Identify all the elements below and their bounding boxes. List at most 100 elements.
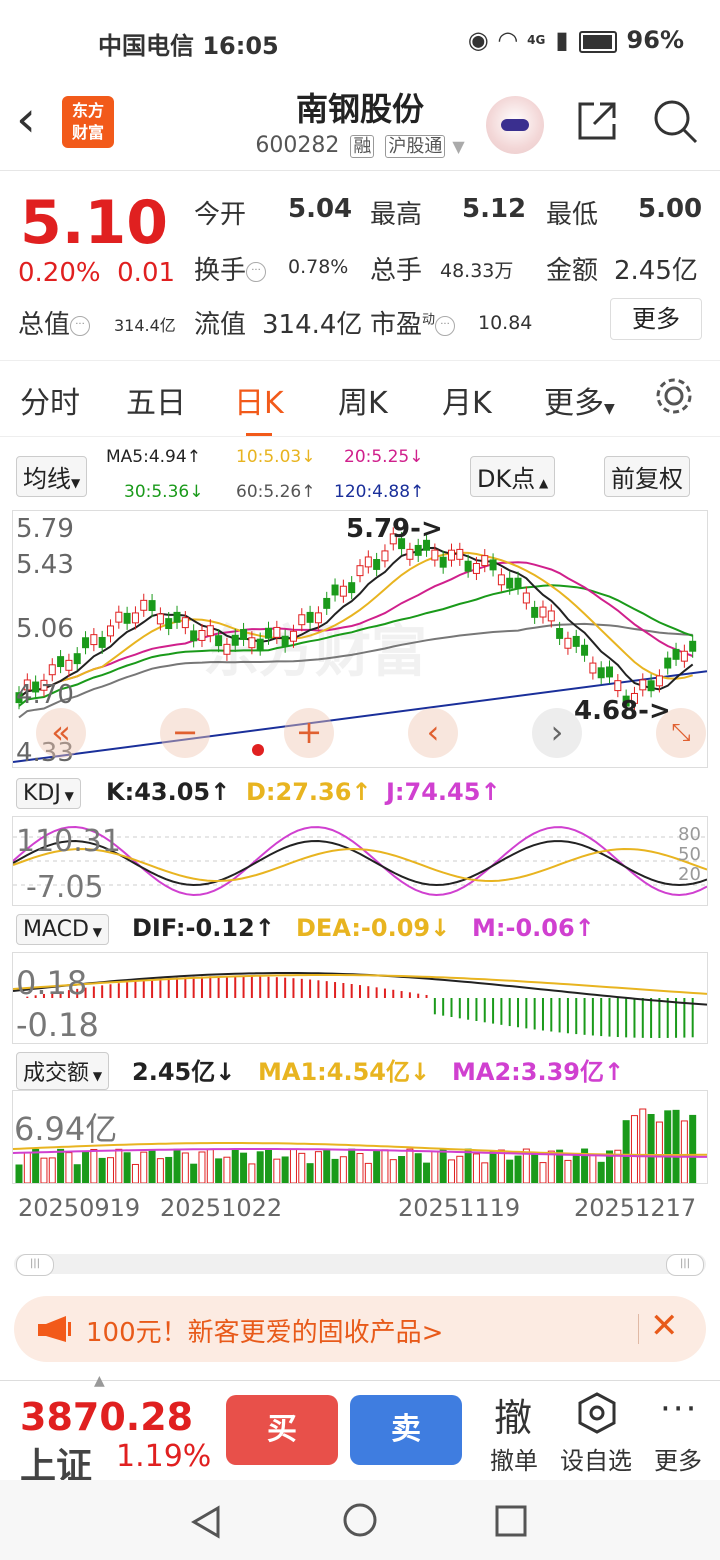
volume-bar	[23, 1151, 31, 1183]
volume-bar	[206, 1149, 214, 1183]
promo-banner[interactable]: 100元！新客更爱的固收产品> ✕	[14, 1296, 706, 1362]
macd-chart[interactable]	[12, 952, 708, 1044]
volume-bar	[73, 1164, 81, 1183]
volume-bar	[497, 1149, 505, 1183]
candle-body	[447, 549, 455, 561]
candle-body	[464, 560, 472, 572]
cancel-order-label[interactable]: 撤单	[490, 1441, 538, 1476]
volume-bar	[589, 1153, 597, 1183]
volume-bar	[198, 1151, 206, 1183]
volume-bar	[190, 1163, 198, 1183]
ma10-value: 10:5.03↓	[236, 447, 316, 467]
scroll-right-icon[interactable]: ›	[532, 708, 582, 758]
candle-body	[323, 597, 331, 609]
candle-body	[664, 657, 672, 669]
scroll-left-fast-icon[interactable]: «	[36, 708, 86, 758]
more-label[interactable]: 更多	[654, 1441, 702, 1476]
volume-bar	[464, 1148, 472, 1183]
volume-bar	[439, 1149, 447, 1183]
candle-body	[481, 555, 489, 567]
volume-bar	[148, 1149, 156, 1183]
assistant-robot-icon[interactable]	[486, 96, 544, 154]
volume-ma2: MA2:3.39亿↑	[452, 1058, 625, 1086]
fullscreen-icon[interactable]: ⤡	[656, 708, 706, 758]
candle-body	[198, 630, 206, 641]
candle-body	[265, 627, 273, 639]
adjust-button[interactable]: 前复权	[604, 456, 690, 497]
chevron-up-icon[interactable]: ▲	[94, 1373, 105, 1389]
zoom-out-icon[interactable]: −	[160, 708, 210, 758]
cancel-order-icon[interactable]: 撤	[494, 1387, 532, 1442]
dk-point-button[interactable]: DK点 ▲	[470, 456, 556, 497]
amount-label: 金额	[546, 256, 599, 286]
volume-bar	[597, 1161, 605, 1183]
ma-select[interactable]: 均线▼	[16, 456, 88, 497]
volume-bar	[622, 1120, 630, 1183]
candle-body	[556, 628, 564, 639]
network-label: 4G	[527, 33, 546, 47]
tab-intraday[interactable]: 分时	[20, 378, 80, 422]
more-dots-icon[interactable]: ···	[660, 1389, 698, 1429]
pe-label: 市盈动 ···	[370, 304, 456, 341]
volume-bar	[630, 1115, 638, 1183]
volume-bar	[356, 1153, 364, 1183]
nav-home-icon[interactable]	[342, 1502, 378, 1538]
volume-bar	[331, 1158, 339, 1183]
megaphone-icon	[38, 1316, 71, 1342]
volume-bar	[680, 1120, 688, 1183]
candle-body	[115, 611, 123, 623]
kline-chart[interactable]: 东方财富	[12, 510, 708, 768]
candle-body	[373, 559, 381, 570]
candle-body	[131, 612, 139, 624]
macd-select[interactable]: MACD ▼	[16, 914, 109, 945]
volume-bar	[165, 1156, 173, 1183]
close-icon[interactable]: ✕	[650, 1306, 679, 1346]
event-dot[interactable]	[252, 744, 264, 756]
macd-dea: DEA:-0.09↓	[296, 914, 451, 942]
range-handle-right[interactable]: |||	[666, 1254, 704, 1276]
tab-daily-k[interactable]: 日K	[234, 378, 284, 436]
status-bar: 中国电信 16:05 ◉ ◠ 4G ▮ 96%	[0, 0, 720, 80]
share-icon[interactable]	[574, 98, 620, 144]
nav-recents-icon[interactable]	[494, 1504, 528, 1538]
tab-more[interactable]: 更多▼	[544, 378, 615, 422]
info-icon: ···	[70, 315, 91, 336]
add-watchlist-label[interactable]: 设自选	[560, 1441, 632, 1476]
stock-header: ‹ 东方 财富 南钢股份 600282 融 沪股通 ▼	[0, 80, 720, 171]
kdj-y-top: 110.31	[16, 824, 121, 859]
candle-body	[306, 611, 314, 623]
range-scrollbar[interactable]: ||| |||	[14, 1254, 706, 1276]
candle-body	[356, 565, 364, 577]
signal-icon: ▮	[555, 26, 569, 54]
index-value[interactable]: 3870.28	[20, 1395, 193, 1439]
date-label: 20251022	[160, 1194, 283, 1222]
candle-body	[597, 667, 605, 679]
buy-button[interactable]: 买	[226, 1395, 338, 1465]
tab-monthly-k[interactable]: 月K	[442, 378, 492, 422]
candle-body	[98, 636, 106, 648]
volume-bar	[564, 1159, 572, 1183]
candle-body	[364, 556, 372, 568]
divider	[638, 1314, 639, 1344]
volume-bar	[364, 1162, 372, 1183]
volume-bar	[15, 1164, 23, 1183]
gear-icon[interactable]	[654, 376, 694, 416]
more-quote-button[interactable]: 更多	[610, 298, 702, 340]
scroll-left-icon[interactable]: ‹	[408, 708, 458, 758]
volume-select[interactable]: 成交额 ▼	[16, 1052, 110, 1090]
zoom-in-icon[interactable]: +	[284, 708, 334, 758]
tab-five-day[interactable]: 五日	[126, 378, 186, 422]
last-price: 5.10	[20, 188, 169, 258]
add-watchlist-icon[interactable]	[576, 1391, 618, 1435]
nav-back-icon[interactable]	[188, 1504, 224, 1540]
tab-weekly-k[interactable]: 周K	[338, 378, 388, 422]
range-handle-left[interactable]: |||	[16, 1254, 54, 1276]
kdj-select[interactable]: KDJ ▼	[16, 778, 81, 809]
volume-value: 2.45亿↓	[132, 1058, 236, 1086]
carrier-time: 中国电信 16:05	[98, 32, 279, 60]
volume-bar	[406, 1148, 414, 1183]
candle-body	[348, 582, 356, 594]
candle-body	[106, 625, 114, 637]
search-icon[interactable]	[650, 96, 700, 146]
sell-button[interactable]: 卖	[350, 1395, 462, 1465]
